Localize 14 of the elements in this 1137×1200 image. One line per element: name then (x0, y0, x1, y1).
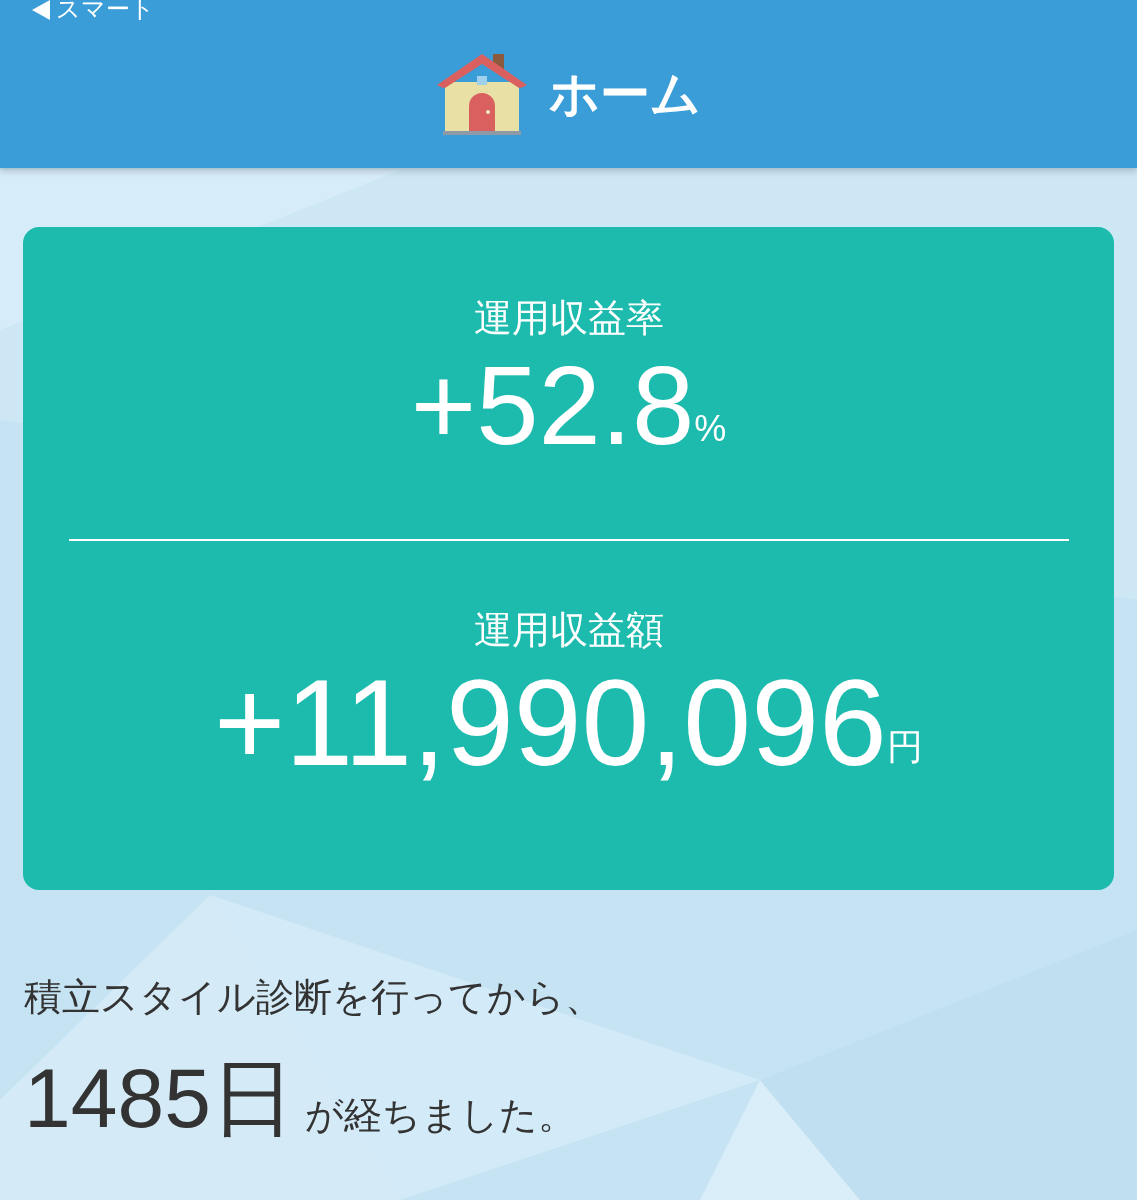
metric-label: 運用収益率 (473, 296, 664, 341)
metric-value: +11,990,096 (214, 654, 887, 793)
metric-unit: 円 (886, 727, 923, 767)
back-link[interactable]: スマート (56, 0, 155, 24)
house-icon (436, 52, 527, 136)
elapsed-days: 1485 (24, 1050, 211, 1146)
metric-unit: % (694, 409, 727, 449)
page-title: ホーム (548, 65, 701, 124)
back-arrow-icon[interactable] (32, 0, 50, 20)
days-unit: 日 (210, 1050, 295, 1146)
elapsed-suffix-text: が経ちました。 (304, 1093, 576, 1138)
elapsed-intro-text: 積立スタイル診断を行ってから、 (24, 975, 604, 1020)
metric-value: +52.8 (410, 342, 695, 470)
metric-label: 運用収益額 (473, 608, 664, 653)
